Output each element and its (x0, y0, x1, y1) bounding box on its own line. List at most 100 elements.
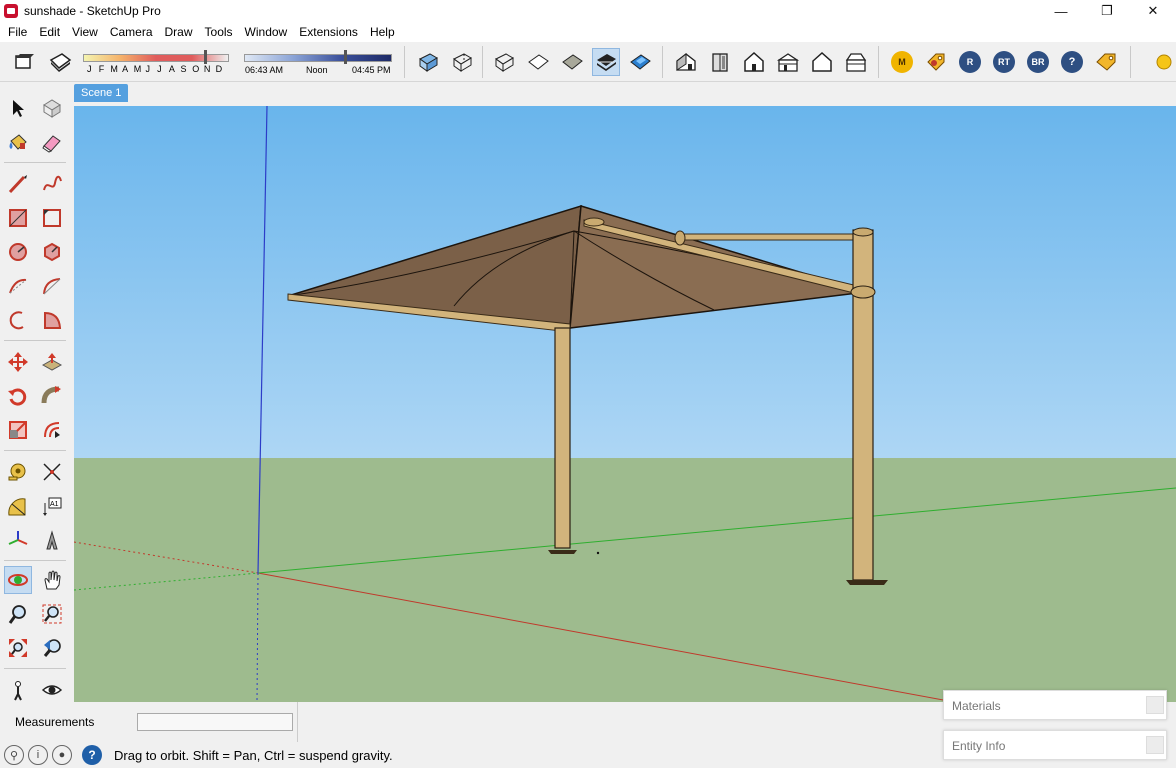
scene-tab[interactable]: Scene 1 (74, 84, 129, 102)
xray-style-icon[interactable] (414, 48, 442, 76)
shadows-toggle-icon[interactable] (10, 48, 38, 76)
menu-view[interactable]: View (66, 22, 104, 42)
close-button[interactable]: ✕ (1130, 0, 1176, 22)
circle-tool-icon[interactable] (4, 238, 32, 266)
modeling-viewport[interactable] (74, 106, 1176, 702)
scale-tool-icon[interactable] (4, 416, 32, 444)
palette-separator (4, 668, 66, 669)
menu-file[interactable]: File (2, 22, 33, 42)
fog-toggle-icon[interactable] (46, 48, 74, 76)
month-label: A (168, 64, 175, 74)
extension-br-label: BR (1027, 51, 1049, 73)
extension-rt-button[interactable]: RT (990, 48, 1018, 76)
line-tool-icon[interactable] (4, 170, 32, 198)
user-account-icon[interactable]: ● (52, 745, 72, 765)
palette-separator (4, 162, 66, 163)
rotate-tool-icon[interactable] (4, 382, 32, 410)
extension-help-label: ? (1061, 51, 1083, 73)
label-tag-icon[interactable] (1092, 48, 1120, 76)
pie-tool-icon[interactable] (38, 306, 66, 334)
month-label: N (203, 64, 211, 74)
front-view-icon[interactable] (740, 48, 768, 76)
month-label: A (122, 64, 129, 74)
move-tool-icon[interactable] (4, 348, 32, 376)
menu-tools[interactable]: Tools (199, 22, 239, 42)
title-bar: sunshade - SketchUp Pro — ❐ ✕ (0, 0, 1176, 22)
sun-icon[interactable] (1148, 48, 1176, 76)
menu-extensions[interactable]: Extensions (293, 22, 364, 42)
menu-help[interactable]: Help (364, 22, 401, 42)
back-edges-style-icon[interactable] (448, 48, 476, 76)
monochrome-style-icon[interactable] (626, 48, 654, 76)
status-bar: ⚲ i ● ? Drag to orbit. Shift = Pan, Ctrl… (0, 742, 940, 768)
paint-bucket-icon[interactable] (4, 128, 32, 156)
orbit-tool-icon[interactable] (4, 566, 32, 594)
shaded-style-icon[interactable] (558, 48, 586, 76)
geo-location-icon[interactable]: ⚲ (4, 745, 24, 765)
arc-tool-icon[interactable] (4, 272, 32, 300)
freehand-tool-icon[interactable] (38, 170, 66, 198)
back-view-icon[interactable] (808, 48, 836, 76)
main-toolbar: J F M A M J J A S O N D 06:43 AM Noon 04… (0, 42, 1176, 82)
polygon-tool-icon[interactable] (38, 238, 66, 266)
minimize-button[interactable]: — (1038, 0, 1084, 22)
entity-info-expand-toggle[interactable] (1146, 736, 1164, 754)
extension-m-label: M (891, 51, 913, 73)
month-label: J (87, 64, 92, 74)
front-post-base (548, 550, 577, 554)
shaded-with-textures-style-icon[interactable] (592, 48, 620, 76)
axes-tool-icon[interactable] (4, 526, 32, 554)
extension-r-button[interactable]: R (956, 48, 984, 76)
look-around-eye-icon[interactable] (38, 676, 66, 704)
text-label-icon[interactable]: A1 (38, 492, 66, 520)
tape-measure-icon[interactable] (4, 458, 32, 486)
rotated-rectangle-icon[interactable] (38, 204, 66, 232)
measurements-input[interactable] (137, 713, 293, 731)
credits-info-icon[interactable]: i (28, 745, 48, 765)
top-view-icon[interactable] (706, 48, 734, 76)
previous-view-icon[interactable] (38, 634, 66, 662)
extension-m-button[interactable]: M (888, 48, 916, 76)
left-view-icon[interactable] (842, 48, 870, 76)
time-slider-thumb[interactable] (344, 50, 347, 64)
zoom-tool-icon[interactable] (4, 600, 32, 628)
back-post-base (846, 580, 888, 585)
menu-window[interactable]: Window (239, 22, 294, 42)
protractor-icon[interactable] (4, 492, 32, 520)
materials-panel[interactable]: Materials (943, 690, 1167, 720)
red-axis-negative (74, 541, 259, 574)
make-component-icon[interactable] (38, 94, 66, 122)
three-point-arc-icon[interactable] (4, 306, 32, 334)
extension-br-button[interactable]: BR (1024, 48, 1052, 76)
menu-camera[interactable]: Camera (104, 22, 159, 42)
date-slider-thumb[interactable] (204, 50, 207, 64)
eraser-icon[interactable] (38, 128, 66, 156)
offset-tool-icon[interactable] (38, 416, 66, 444)
push-pull-icon[interactable] (38, 348, 66, 376)
hidden-line-style-icon[interactable] (524, 48, 552, 76)
extension-help-button[interactable]: ? (1058, 48, 1086, 76)
menu-draw[interactable]: Draw (159, 22, 199, 42)
follow-me-icon[interactable] (38, 382, 66, 410)
tag-extension-icon[interactable] (922, 48, 950, 76)
instructor-help-icon[interactable]: ? (82, 745, 102, 765)
wireframe-style-icon[interactable] (490, 48, 518, 76)
rectangle-tool-icon[interactable] (4, 204, 32, 232)
walk-tool-icon[interactable] (4, 676, 32, 704)
dimension-tool-icon[interactable] (38, 458, 66, 486)
pan-hand-icon[interactable] (38, 566, 66, 594)
shadow-date-slider[interactable]: J F M A M J J A S O N D (83, 50, 231, 76)
zoom-window-icon[interactable] (38, 600, 66, 628)
shadow-time-slider[interactable]: 06:43 AM Noon 04:45 PM (244, 50, 394, 76)
two-point-arc-icon[interactable] (38, 272, 66, 300)
menu-edit[interactable]: Edit (33, 22, 66, 42)
3d-text-icon[interactable] (38, 526, 66, 554)
restore-button[interactable]: ❐ (1084, 0, 1130, 22)
entity-info-panel[interactable]: Entity Info (943, 730, 1167, 760)
materials-expand-toggle[interactable] (1146, 696, 1164, 714)
month-label: J (145, 64, 150, 74)
zoom-extents-icon[interactable] (4, 634, 32, 662)
iso-view-icon[interactable] (672, 48, 700, 76)
select-tool-icon[interactable] (4, 94, 32, 122)
right-view-icon[interactable] (774, 48, 802, 76)
